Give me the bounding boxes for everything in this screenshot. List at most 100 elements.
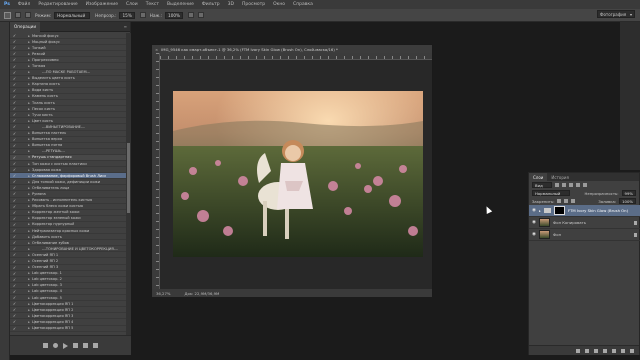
action-item[interactable]: ✓ ▸ Цветокоррекция ЯП 5 [10, 326, 126, 332]
layer-opacity-field[interactable]: 99% [621, 190, 636, 196]
horizontal-ruler[interactable] [160, 53, 432, 60]
check-icon[interactable]: ✓ [10, 51, 19, 56]
check-icon[interactable]: ✓ [10, 161, 19, 166]
brush-preset-picker[interactable] [15, 12, 21, 18]
check-icon[interactable]: ✓ [10, 70, 19, 75]
check-icon[interactable]: ✓ [10, 198, 19, 203]
brush-tool-icon[interactable] [4, 11, 11, 19]
check-icon[interactable]: ✓ [10, 277, 19, 282]
trash-icon[interactable] [630, 348, 634, 353]
check-icon[interactable]: ✓ [10, 149, 19, 154]
play-icon[interactable] [63, 342, 68, 349]
check-icon[interactable]: ✓ [10, 100, 19, 105]
check-icon[interactable]: ✓ [10, 295, 19, 300]
close-icon[interactable]: × [155, 47, 158, 52]
fx-icon[interactable] [585, 348, 589, 353]
pressure-size-icon[interactable] [198, 12, 205, 18]
check-icon[interactable]: ✓ [10, 106, 19, 111]
link-layers-icon[interactable] [576, 348, 580, 353]
layer-mask-thumbnail[interactable] [554, 206, 565, 215]
check-icon[interactable]: ✓ [10, 191, 19, 196]
document-tab[interactable]: × IMG_9546 как смарт-объект-1 @ 36,2% (F… [152, 45, 432, 53]
check-icon[interactable]: ✓ [10, 57, 19, 62]
check-icon[interactable]: ✓ [10, 82, 19, 87]
actions-scrollbar[interactable] [126, 33, 131, 335]
check-icon[interactable]: ✓ [10, 307, 19, 312]
check-icon[interactable]: ✓ [10, 143, 19, 148]
check-icon[interactable]: ✓ [10, 240, 19, 245]
check-icon[interactable]: ✓ [10, 137, 19, 142]
workspace-switcher[interactable]: Фотография ▾ [597, 10, 635, 18]
check-icon[interactable]: ✓ [10, 283, 19, 288]
eye-icon[interactable]: ◉ [529, 232, 539, 237]
layer-thumbnail[interactable] [539, 230, 550, 239]
check-icon[interactable]: ✓ [10, 301, 19, 306]
new-set-icon[interactable] [73, 343, 78, 348]
check-icon[interactable]: ✓ [10, 94, 19, 99]
layer-row[interactable]: ◉ Фон Копировать [529, 217, 640, 229]
layer-row[interactable]: ◉ ▸ FTM Ivory Skin Glow (Brush On) [529, 205, 640, 217]
menu-item-edit[interactable]: Редактирование [38, 2, 77, 7]
airbrush-icon[interactable] [188, 12, 195, 18]
check-icon[interactable]: ✓ [10, 271, 19, 276]
lock-all-icon[interactable] [571, 199, 576, 203]
layer-filter-select[interactable]: Вид [532, 182, 552, 188]
add-mask-icon[interactable] [594, 348, 598, 353]
check-icon[interactable]: ✓ [10, 76, 19, 81]
blend-mode-select[interactable]: Нормальный [532, 190, 570, 196]
layer-row[interactable]: ◉ Фон [529, 229, 640, 241]
check-icon[interactable]: ✓ [10, 210, 19, 215]
stop-icon[interactable] [43, 343, 48, 348]
tab-layers[interactable]: Слои [529, 173, 548, 181]
photo-canvas[interactable] [173, 91, 423, 257]
check-icon[interactable]: ✓ [10, 246, 19, 251]
menu-item-text[interactable]: Текст [146, 2, 159, 7]
flow-field[interactable]: 100% [165, 11, 184, 19]
menu-item-view[interactable]: Просмотр [242, 2, 265, 7]
check-icon[interactable]: ✓ [10, 265, 19, 270]
pressure-opacity-icon[interactable] [139, 12, 146, 18]
check-icon[interactable]: ✓ [10, 216, 19, 221]
panel-menu-icon[interactable]: ≡ [124, 24, 130, 29]
menu-item-window[interactable]: Окно [273, 2, 285, 7]
brush-panel-toggle-icon[interactable] [25, 12, 31, 18]
check-icon[interactable]: ✓ [10, 33, 19, 38]
filter-shape-icon[interactable] [576, 183, 580, 187]
menu-item-select[interactable]: Выделение [167, 2, 194, 7]
check-icon[interactable]: ✓ [10, 124, 19, 129]
filter-type-icon[interactable] [569, 183, 573, 187]
check-icon[interactable]: ✓ [10, 228, 19, 233]
eye-icon[interactable]: ◉ [529, 220, 539, 225]
record-icon[interactable] [53, 343, 58, 348]
layer-thumbnail[interactable] [539, 218, 550, 227]
check-icon[interactable]: ✓ [10, 222, 19, 227]
check-icon[interactable]: ✓ [10, 173, 19, 178]
check-icon[interactable]: ✓ [10, 88, 19, 93]
menu-item-help[interactable]: Справка [293, 2, 313, 7]
ps-logo[interactable]: Ps [4, 2, 10, 7]
check-icon[interactable]: ✓ [10, 313, 19, 318]
check-icon[interactable]: ✓ [10, 204, 19, 209]
new-layer-icon[interactable] [621, 348, 625, 353]
canvas-area[interactable] [161, 61, 432, 289]
lock-position-icon[interactable] [564, 199, 569, 203]
opacity-field[interactable]: 15% [119, 11, 135, 19]
menu-item-layers[interactable]: Слои [126, 2, 138, 7]
check-icon[interactable]: ✓ [10, 167, 19, 172]
check-icon[interactable]: ✓ [10, 252, 19, 257]
filter-adjustment-icon[interactable] [562, 183, 566, 187]
tab-actions[interactable]: Операции [10, 21, 41, 32]
filter-pixel-icon[interactable] [555, 183, 559, 187]
menu-item-3d[interactable]: 3D [228, 2, 234, 7]
menu-item-filter[interactable]: Фильтр [202, 2, 220, 7]
check-icon[interactable]: ✓ [10, 289, 19, 294]
check-icon[interactable]: ✓ [10, 179, 19, 184]
check-icon[interactable]: ✓ [10, 112, 19, 117]
lock-pixels-icon[interactable] [557, 199, 562, 203]
vertical-ruler[interactable] [152, 53, 160, 289]
eye-icon[interactable]: ◉ [529, 208, 539, 213]
check-icon[interactable]: ✓ [10, 326, 19, 331]
menu-item-image[interactable]: Изображение [86, 2, 118, 7]
trash-icon[interactable] [93, 343, 98, 348]
new-group-icon[interactable] [612, 348, 616, 353]
